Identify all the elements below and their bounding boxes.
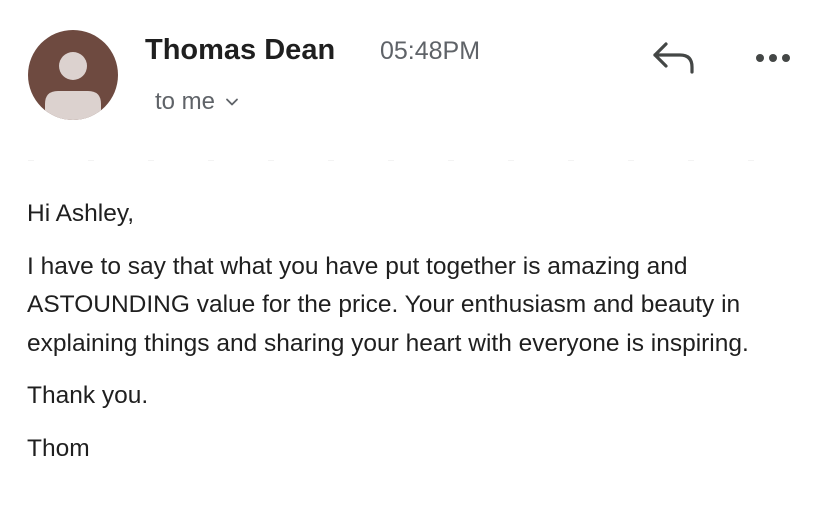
message-body: Hi Ashley, I have to say that what you h… [27,195,822,482]
more-options-icon [756,54,790,62]
sender-name[interactable]: Thomas Dean [145,34,335,67]
message-signature: Thom [27,434,90,462]
chevron-down-icon [226,98,238,106]
recipient-details-toggle[interactable]: to me [155,88,239,116]
sender-avatar[interactable] [28,30,118,120]
message-paragraph: I have to say that what you have put tog… [27,252,749,357]
recipient-label: to me [155,88,216,115]
header-divider [28,160,808,161]
reply-button[interactable] [648,36,700,80]
message-thanks: Thank you. [27,382,149,409]
reply-arrow-icon [653,42,694,74]
message-timestamp: 05:48PM [380,37,481,65]
person-icon [45,52,101,120]
email-message: Thomas Dean 05:48PM to me Hi Ashley, I h… [0,0,830,508]
more-options-button[interactable] [748,40,798,76]
message-greeting: Hi Ashley, [27,200,135,227]
